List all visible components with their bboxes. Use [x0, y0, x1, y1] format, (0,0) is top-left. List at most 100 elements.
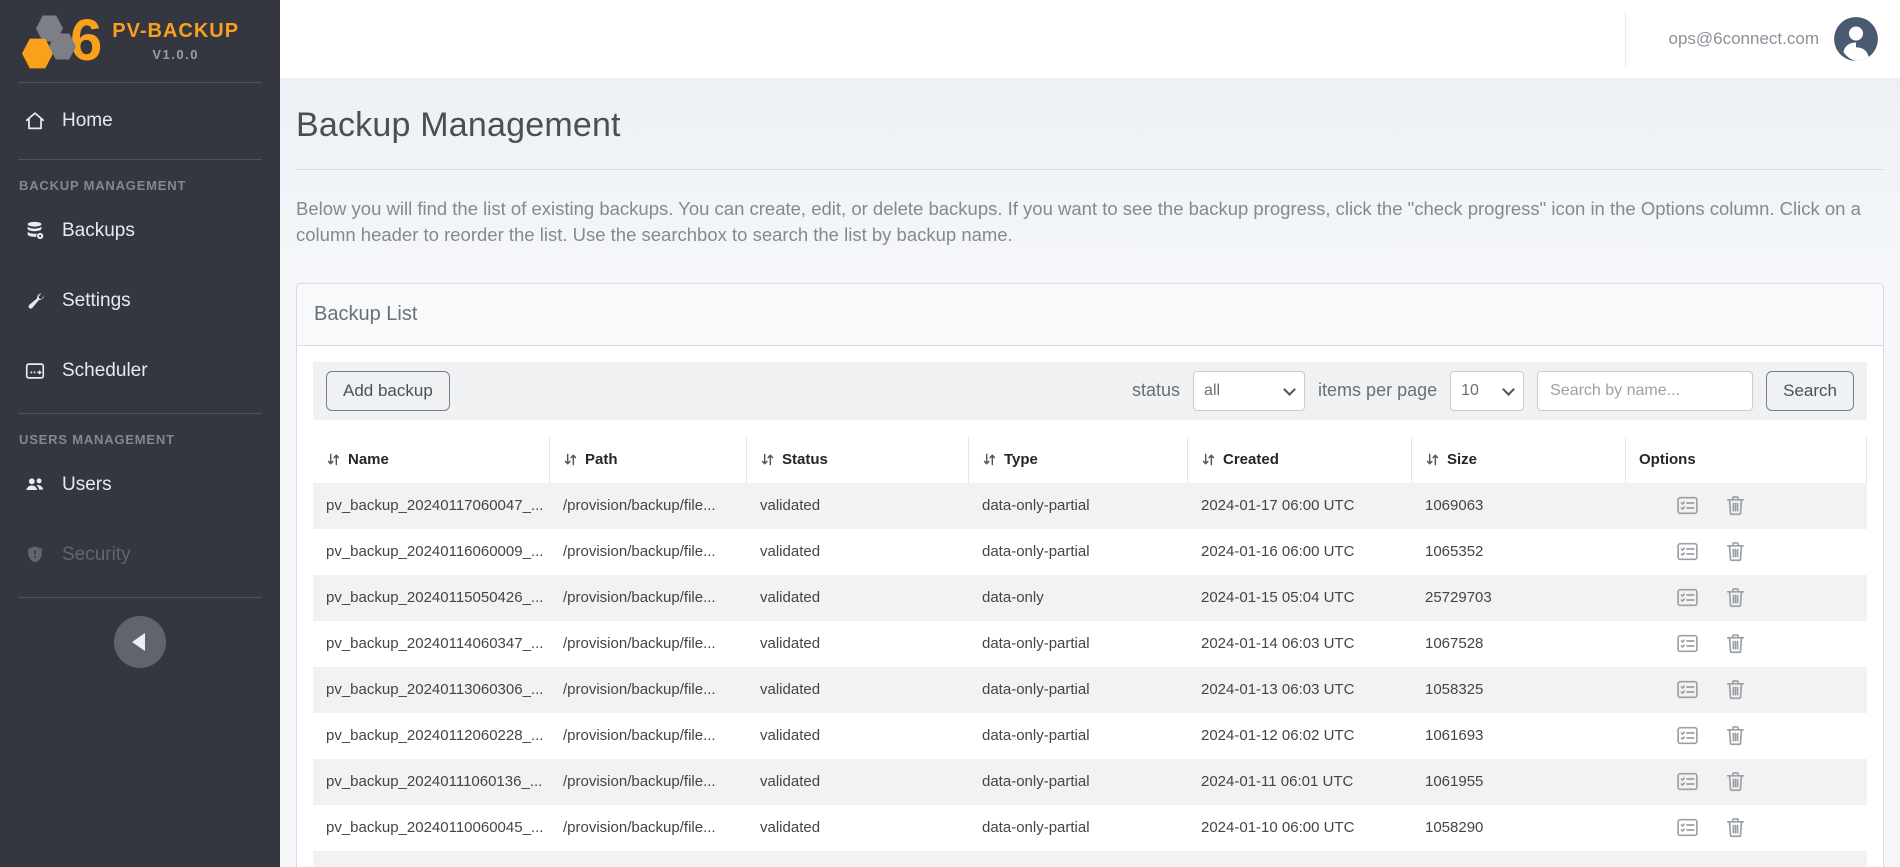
- cell-path: /provision/backup/file...: [550, 589, 747, 606]
- cell-created: 2024-01-16 06:00 UTC: [1188, 543, 1412, 560]
- check-progress-button[interactable]: [1674, 722, 1701, 749]
- avatar[interactable]: [1834, 17, 1878, 61]
- delete-backup-button[interactable]: [1722, 584, 1749, 611]
- delete-backup-button[interactable]: [1722, 630, 1749, 657]
- column-header-type[interactable]: Type: [969, 437, 1188, 483]
- title-divider: [296, 169, 1884, 170]
- cell-created: 2024-01-13 06:03 UTC: [1188, 681, 1412, 698]
- user-email: ops@6connect.com: [1668, 29, 1819, 49]
- sidebar-item-home[interactable]: Home: [0, 99, 280, 143]
- check-progress-button[interactable]: [1674, 630, 1701, 657]
- sort-icon: [1425, 452, 1440, 467]
- cell-options: [1626, 630, 1867, 657]
- cell-size: 1061955: [1412, 773, 1626, 790]
- topbar: ops@6connect.com: [280, 0, 1900, 78]
- sidebar-item-users[interactable]: Users: [0, 463, 280, 507]
- sort-icon: [326, 452, 341, 467]
- user-menu: ops@6connect.com: [1625, 11, 1878, 67]
- shield-icon: [24, 544, 46, 566]
- sort-icon: [760, 452, 775, 467]
- cell-type: data-only-partial: [969, 681, 1188, 698]
- cell-created: 2024-01-15 05:04 UTC: [1188, 589, 1412, 606]
- add-backup-button[interactable]: Add backup: [326, 371, 450, 411]
- cell-size: 1058290: [1412, 819, 1626, 836]
- delete-icon: [1723, 539, 1748, 564]
- table-row: pv_backup_20240115050426_.../provision/b…: [313, 575, 1867, 621]
- sidebar-item-label: Scheduler: [62, 360, 148, 382]
- column-header-size[interactable]: Size: [1412, 437, 1626, 483]
- table-row: pv_backup_20240116060009_.../provision/b…: [313, 529, 1867, 575]
- check-progress-icon: [1675, 815, 1700, 840]
- sidebar-item-backups[interactable]: Backups: [0, 209, 280, 253]
- check-progress-icon: [1675, 539, 1700, 564]
- sidebar-item-security: Security: [0, 533, 280, 577]
- items-per-page-select[interactable]: 10: [1450, 371, 1524, 411]
- main-area: ops@6connect.com Backup Management Below…: [280, 0, 1900, 867]
- delete-backup-button[interactable]: [1722, 676, 1749, 703]
- cell-size: 25729703: [1412, 589, 1626, 606]
- delete-backup-button[interactable]: [1722, 722, 1749, 749]
- cell-status: validated: [747, 727, 969, 744]
- check-progress-button[interactable]: [1674, 814, 1701, 841]
- column-header-label: Name: [348, 451, 389, 468]
- sidebar: 6 PV-BACKUP V1.0.0 Home BACKUP MANAGEMEN…: [0, 0, 280, 867]
- items-per-page-label: items per page: [1318, 380, 1437, 401]
- sidebar-item-label: Backups: [62, 220, 135, 242]
- database-icon: [24, 220, 46, 242]
- cell-created: 2024-01-10 06:00 UTC: [1188, 819, 1412, 836]
- delete-backup-button[interactable]: [1722, 814, 1749, 841]
- cell-type: data-only-partial: [969, 727, 1188, 744]
- check-progress-icon: [1675, 631, 1700, 656]
- scheduler-icon: [24, 360, 46, 382]
- cell-options: [1626, 722, 1867, 749]
- cell-options: [1626, 768, 1867, 795]
- sidebar-item-label: Users: [62, 474, 112, 496]
- app-version: V1.0.0: [112, 47, 239, 62]
- cell-status: validated: [747, 819, 969, 836]
- column-header-label: Size: [1447, 451, 1477, 468]
- check-progress-button[interactable]: [1674, 676, 1701, 703]
- cell-size: 1069063: [1412, 497, 1626, 514]
- column-header-status[interactable]: Status: [747, 437, 969, 483]
- search-input[interactable]: [1537, 371, 1753, 411]
- check-progress-button[interactable]: [1674, 768, 1701, 795]
- check-progress-button[interactable]: [1674, 538, 1701, 565]
- table-row: pv_backup_20240117060047_.../provision/b…: [313, 483, 1867, 529]
- table-body: pv_backup_20240117060047_.../provision/b…: [313, 483, 1867, 851]
- cell-path: /provision/backup/file...: [550, 773, 747, 790]
- search-button[interactable]: Search: [1766, 371, 1854, 411]
- cell-name: pv_backup_20240115050426_...: [313, 589, 550, 606]
- delete-backup-button[interactable]: [1722, 768, 1749, 795]
- column-header-created[interactable]: Created: [1188, 437, 1412, 483]
- cell-size: 1067528: [1412, 635, 1626, 652]
- section-users-management: USERS MANAGEMENT: [0, 432, 280, 447]
- table-row: pv_backup_20240112060228_.../provision/b…: [313, 713, 1867, 759]
- check-progress-button[interactable]: [1674, 492, 1701, 519]
- column-header-label: Options: [1639, 451, 1696, 468]
- sidebar-divider: [18, 413, 262, 414]
- cell-path: /provision/backup/file...: [550, 497, 747, 514]
- delete-backup-button[interactable]: [1722, 492, 1749, 519]
- cell-type: data-only-partial: [969, 819, 1188, 836]
- check-progress-icon: [1675, 585, 1700, 610]
- delete-backup-button[interactable]: [1722, 538, 1749, 565]
- cell-name: pv_backup_20240113060306_...: [313, 681, 550, 698]
- sidebar-item-settings[interactable]: Settings: [0, 279, 280, 323]
- cell-path: /provision/backup/file...: [550, 727, 747, 744]
- sidebar-collapse-button[interactable]: [114, 616, 166, 668]
- column-header-name[interactable]: Name: [313, 437, 550, 483]
- cell-path: /provision/backup/file...: [550, 681, 747, 698]
- cell-status: validated: [747, 681, 969, 698]
- delete-icon: [1723, 493, 1748, 518]
- status-filter-select[interactable]: all: [1193, 371, 1305, 411]
- cell-created: 2024-01-17 06:00 UTC: [1188, 497, 1412, 514]
- check-progress-button[interactable]: [1674, 584, 1701, 611]
- sidebar-item-scheduler[interactable]: Scheduler: [0, 349, 280, 393]
- backup-list-card: Backup List Add backup status all items …: [296, 283, 1884, 867]
- cell-path: /provision/backup/file...: [550, 543, 747, 560]
- cell-options: [1626, 538, 1867, 565]
- column-header-path[interactable]: Path: [550, 437, 747, 483]
- sort-icon: [1201, 452, 1216, 467]
- backup-table: Name PathStatusTypeCreated Size Options pv_…: [313, 437, 1867, 867]
- sidebar-item-label: Home: [62, 110, 113, 132]
